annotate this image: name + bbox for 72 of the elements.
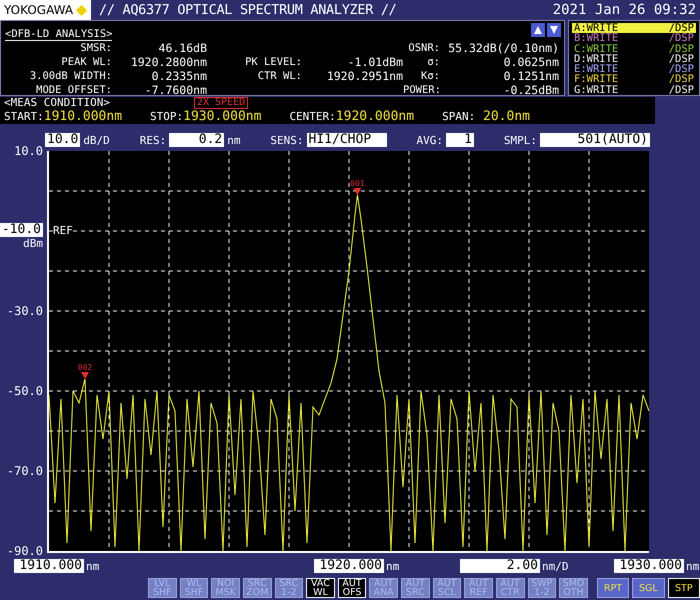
trace-item[interactable]: C:WRITE /DSP bbox=[572, 44, 696, 54]
unit-label: dB/D bbox=[83, 134, 110, 146]
trace-item[interactable]: E:WRITE /DSP bbox=[572, 64, 696, 74]
meas-item: CENTER:1920.000nm bbox=[289, 109, 414, 124]
scroll-up-icon[interactable] bbox=[531, 23, 545, 37]
analysis-value: -0.25dBm bbox=[502, 83, 559, 97]
axis-tick-label: -70.0 bbox=[6, 464, 43, 478]
analysis-label: σ: bbox=[426, 55, 441, 69]
analysis-label: OSNR: bbox=[407, 41, 441, 55]
brand-logo: YOKOGAWA bbox=[0, 0, 92, 20]
unit-label: dBm bbox=[23, 237, 43, 250]
setting-field[interactable]: 0.2 bbox=[169, 133, 224, 147]
date-time: 2021 Jan 26 09:32 bbox=[552, 2, 696, 18]
soft-key[interactable]: SGL bbox=[632, 578, 665, 598]
axis-tick-label: -30.0 bbox=[6, 304, 43, 318]
axis-tick-field[interactable]: 1910.000 bbox=[14, 559, 84, 573]
analysis-value: -1.01dBm bbox=[346, 55, 403, 69]
soft-key[interactable]: AUT OFS bbox=[338, 578, 366, 598]
analysis-label: SMSR: bbox=[79, 41, 113, 55]
trace-item[interactable]: B:WRITE /DSP bbox=[572, 33, 696, 44]
trace-item[interactable]: D:WRITE /DSP bbox=[572, 54, 696, 64]
setting-field[interactable]: HI1/CHOP bbox=[306, 133, 387, 147]
analysis-value: -7.7600nm bbox=[144, 83, 207, 97]
unit-label: nm bbox=[386, 560, 400, 572]
analysis-label: MODE OFFSET: bbox=[35, 83, 113, 97]
unit-label: nm bbox=[227, 134, 240, 146]
soft-key[interactable]: STP bbox=[668, 578, 700, 598]
speed-badge: 2X SPEED bbox=[194, 97, 248, 109]
diamond-icon bbox=[76, 4, 88, 16]
trace-item[interactable]: A:WRITE /DSP bbox=[572, 23, 696, 34]
scale-field[interactable]: 2.00 bbox=[460, 559, 540, 573]
analysis-value: 0.1251nm bbox=[502, 69, 559, 83]
ref-tag: REF bbox=[53, 225, 73, 237]
panel-title: <MEAS CONDITION> bbox=[4, 97, 110, 109]
setting-field[interactable]: 10.0 bbox=[45, 133, 80, 147]
analysis-value: 46.16dB bbox=[158, 41, 207, 55]
soft-key[interactable]: VAC WL bbox=[306, 578, 335, 598]
analysis-value: 0.0625nm bbox=[502, 55, 559, 69]
analysis-label: 3.00dB WIDTH: bbox=[28, 69, 113, 83]
analysis-value: 0.2335nm bbox=[150, 69, 207, 83]
window-title: // AQ6377 OPTICAL SPECTRUM ANALYZER // bbox=[99, 2, 398, 18]
axis-tick-label: -90.0 bbox=[6, 544, 43, 558]
analysis-label: POWER: bbox=[403, 83, 442, 97]
analysis-value: 1920.2951nm bbox=[326, 69, 403, 83]
soft-key[interactable]: RPT bbox=[596, 578, 630, 598]
analysis-label: Kσ: bbox=[420, 69, 441, 83]
panel-title: <DFB-LD ANALYSIS> bbox=[5, 28, 112, 41]
unit-label: nm/D bbox=[542, 560, 568, 572]
axis-tick-field[interactable]: 1930.000 bbox=[614, 559, 684, 573]
meas-item: START:1910.000nm bbox=[4, 109, 122, 124]
setting-field[interactable]: 1 bbox=[446, 133, 474, 147]
setting-label: RES: bbox=[140, 134, 166, 146]
trace-item[interactable]: F:WRITE /DSP bbox=[572, 74, 696, 85]
setting-label: AVG: bbox=[416, 134, 443, 146]
axis-tick-field[interactable]: 1920.000 bbox=[314, 559, 384, 573]
analysis-label: CTR WL: bbox=[256, 69, 303, 83]
meas-item: SPAN: 20.0nm bbox=[442, 109, 530, 124]
axis-tick-label: -50.0 bbox=[6, 384, 43, 398]
unit-label: nm bbox=[686, 560, 700, 572]
meas-item: STOP:1930.000nm bbox=[150, 109, 262, 124]
ref-level-field[interactable]: -10.0 bbox=[0, 223, 43, 237]
trace-item[interactable]: G:WRITE /DSP bbox=[572, 84, 696, 96]
setting-field[interactable]: 501(AUTO) bbox=[540, 133, 650, 147]
analysis-value: 55.32dB(/0.10nm) bbox=[447, 41, 559, 55]
analysis-label: PEAK WL: bbox=[60, 55, 113, 69]
unit-label: nm bbox=[86, 560, 100, 572]
setting-label: SMPL: bbox=[504, 134, 537, 146]
scroll-down-icon[interactable] bbox=[547, 23, 561, 37]
analysis-value: 1920.2800nm bbox=[130, 55, 207, 69]
setting-label: SENS: bbox=[270, 134, 304, 146]
axis-tick-label: 10.0 bbox=[14, 144, 43, 158]
analysis-label: PK LEVEL: bbox=[244, 55, 303, 69]
